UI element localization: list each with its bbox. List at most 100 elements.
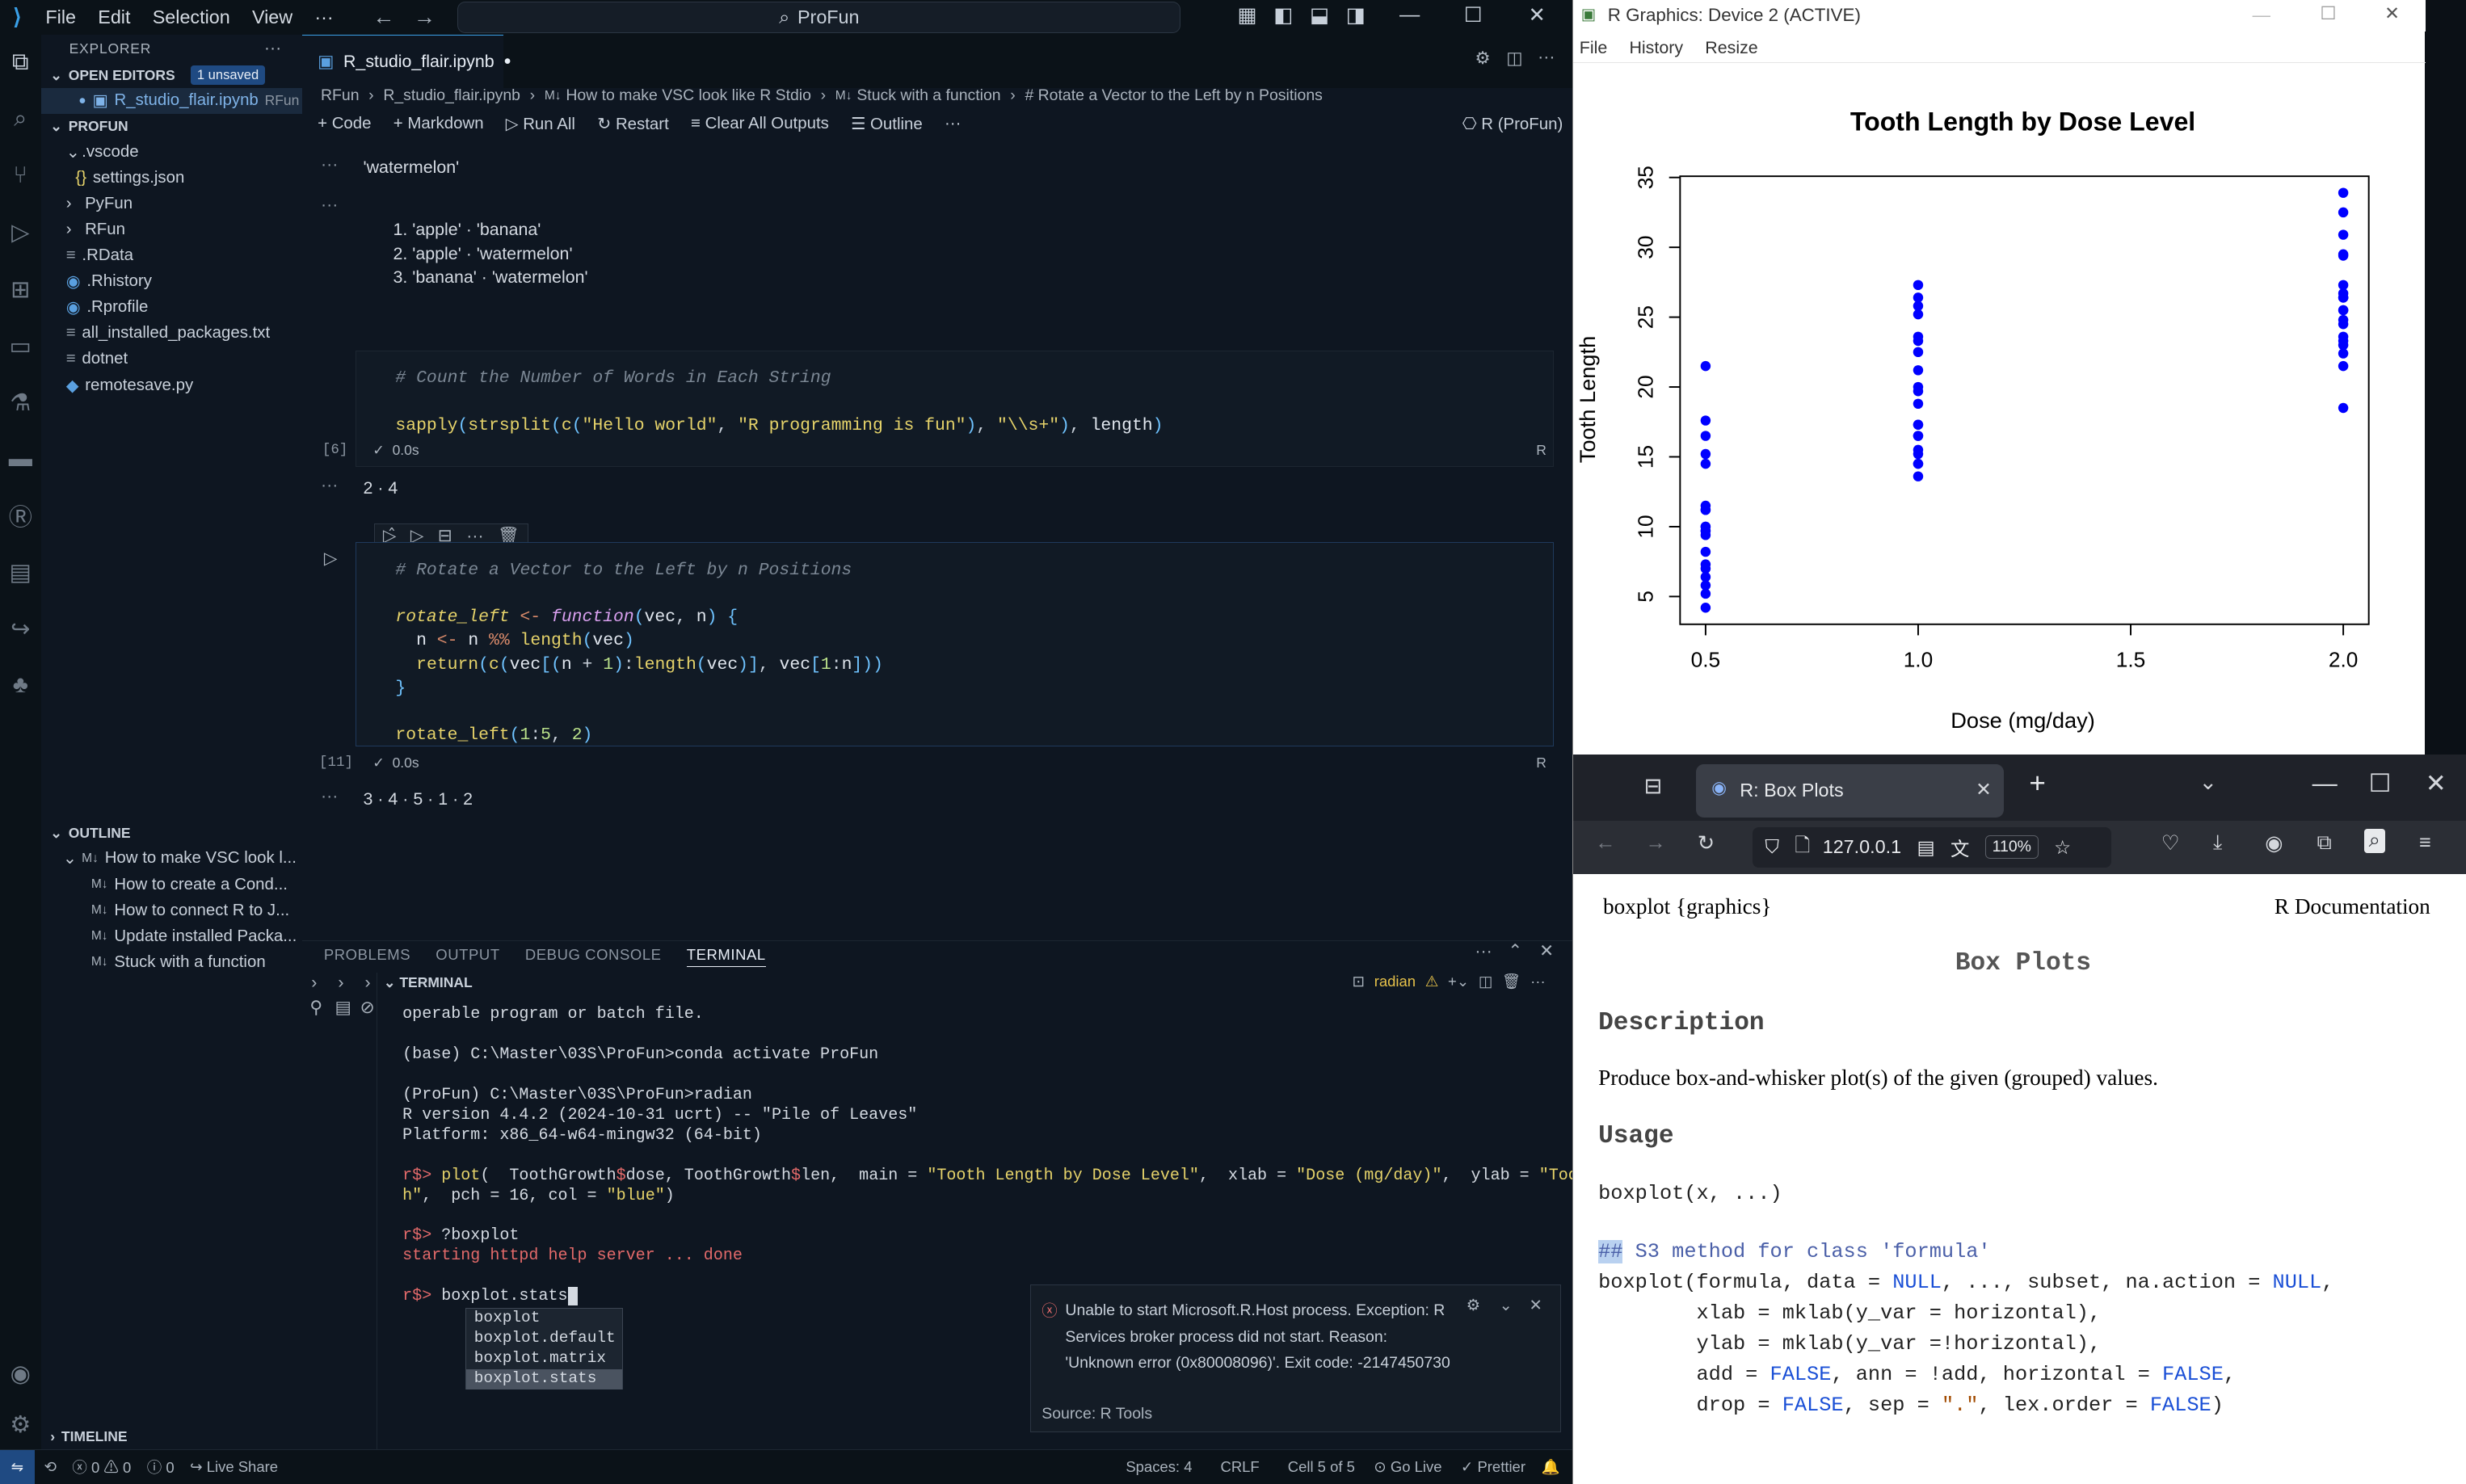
new-tab-icon[interactable]: + [2029,767,2045,800]
r-icon[interactable]: Ⓡ [0,487,41,544]
breadcrumb-item[interactable]: RFun [321,86,360,105]
restart-button[interactable]: ↻ Restart [597,114,669,134]
menu-more[interactable]: ··· [304,6,345,28]
more-actions-icon[interactable]: ··· [1538,47,1555,67]
outline-section[interactable]: ⌄ OUTLINE [41,821,302,846]
maximize-icon[interactable]: ☐ [2369,769,2392,798]
hamburger-menu-icon[interactable]: ≡ [2419,831,2431,855]
outline-button[interactable]: ☰ Outline [851,114,923,134]
cell-11-language[interactable]: R [1536,755,1547,771]
eol-status[interactable]: CRLF [1220,1458,1259,1476]
run-all-button[interactable]: ▷ Run All [506,114,575,134]
close-window-icon[interactable]: ✕ [2426,769,2447,798]
tree-file-dotnet[interactable]: ≡ dotnet [41,347,302,372]
outline-item[interactable]: M↓ Update installed Packa... [41,923,302,949]
cell-6-code[interactable]: # Count the Number of Words in Each Stri… [395,367,1163,438]
tab-overview-icon[interactable]: ⊟ [1644,773,1663,799]
folder-icon[interactable]: ▬ [0,431,41,487]
toggle-panel-icon[interactable]: ⬓ [1310,3,1329,27]
testing-icon[interactable]: ⚗ [0,374,41,431]
back-arrow-icon[interactable]: ← [364,4,405,30]
tab-notebook[interactable]: ▣ R_studio_flair.ipynb ● [301,34,511,88]
clear-outputs-button[interactable]: ≡ Clear All Outputs [691,115,829,133]
breadcrumb-item[interactable]: How to make VSC look like R Stdio [566,86,811,105]
toggle-secondary-sidebar-icon[interactable]: ◨ [1346,3,1366,27]
tab-terminal[interactable]: TERMINAL [686,946,766,968]
tree-folder-vscode[interactable]: ⌄ .vscode [41,139,302,165]
timeline-section[interactable]: › TIMELINE [41,1424,302,1449]
forward-arrow-icon[interactable]: → [1646,831,1666,855]
add-code-button[interactable]: + Code [318,115,371,133]
reload-icon[interactable]: ↻ [1698,831,1715,856]
close-window-icon[interactable]: ✕ [2384,3,2400,24]
close-panel-icon[interactable]: ✕ [1539,941,1554,961]
minimize-icon[interactable]: — [2253,5,2270,26]
split-editor-icon[interactable]: ◫ [1506,48,1522,69]
close-window-icon[interactable]: ✕ [1529,3,1546,27]
outline-item[interactable]: M↓ How to create a Cond... [41,872,302,898]
tab-output[interactable]: OUTPUT [436,946,499,968]
open-editor-item[interactable]: ● ▣ R_studio_flair.ipynb RFun [40,87,302,115]
more-actions-icon[interactable]: ··· [1475,941,1492,961]
bookmark-star-icon[interactable]: ☆ [2054,836,2071,859]
tree-folder-pyfun[interactable]: › PyFun [41,191,302,217]
close-tab-icon[interactable]: ✕ [1976,778,1992,801]
reader-icon[interactable]: ▤ [1917,836,1935,859]
source-control-icon[interactable]: ⑂ [0,148,41,204]
cell-6-language[interactable]: R [1536,442,1547,459]
chevron-right-icon[interactable]: › [338,973,343,993]
accounts-icon[interactable]: ◉ [0,1346,41,1402]
chevron-right-icon[interactable]: › [364,973,370,993]
remote-explorer-icon[interactable]: ▭ [0,317,41,374]
tab-problems[interactable]: PROBLEMS [324,946,410,968]
explorer-icon[interactable]: ⧉ [0,35,41,91]
command-center[interactable]: ⌕ ProFun [457,1,1181,33]
manage-gear-icon[interactable]: ⚙ [0,1396,41,1452]
code-cell-6[interactable]: # Count the Number of Words in Each Stri… [355,350,1554,467]
more-actions-icon[interactable]: ··· [264,38,281,58]
run-debug-icon[interactable]: ▷ [0,204,41,261]
open-editors-section[interactable]: ⌄ OPEN EDITORS 1 unsaved [41,63,302,88]
toggle-sidebar-icon[interactable]: ◧ [1273,3,1293,27]
new-terminal-icon[interactable]: +⌄ [1448,973,1469,990]
more-actions-icon[interactable]: ··· [945,115,961,133]
translate-icon[interactable]: 文 [1950,834,1969,861]
url-bar[interactable]: ⛉ 🗋 127.0.0.1 ▤ 文 110% ☆ [1752,826,2111,868]
pocket-icon[interactable]: ♡ [2161,831,2180,856]
project-section[interactable]: ⌄ PROFUN [41,114,302,139]
link-icon[interactable]: ⊘ [360,998,375,1018]
menu-view[interactable]: View [241,6,303,28]
maximize-icon[interactable]: ☐ [1464,3,1483,27]
info-status[interactable]: ⓘ 0 [147,1457,175,1478]
customize-layout-icon[interactable]: ▦ [1238,3,1257,27]
tree-file-remotesave[interactable]: ◆ remotesave.py [41,372,302,398]
save-icon[interactable]: ▤ [335,998,351,1018]
maximize-panel-icon[interactable]: ⌃ [1508,941,1522,961]
maximize-icon[interactable]: ☐ [2320,3,2336,24]
run-cell-icon[interactable]: ▷ [324,549,337,569]
output-more-icon[interactable]: ··· [321,475,338,495]
cell-status[interactable]: Cell 5 of 5 [1288,1458,1355,1476]
go-live-button[interactable]: ⊙ Go Live [1374,1458,1441,1476]
problems-status[interactable]: ⓧ 0 ⚠ 0 [72,1457,131,1478]
code-cell-11[interactable]: # Rotate a Vector to the Left by n Posit… [355,542,1554,747]
indentation-status[interactable]: Spaces: 4 [1126,1458,1192,1476]
rg-menu-file[interactable]: File [1580,38,1607,58]
tree-file-packages[interactable]: ≡ all_installed_packages.txt [41,321,302,347]
terminal-shell-label[interactable]: radian [1374,973,1416,990]
tree-file-rprofile[interactable]: ◉ .Rprofile [41,295,302,321]
prettier-button[interactable]: ✓ Prettier [1461,1458,1525,1476]
chevron-down-icon[interactable]: ⌄ [2199,769,2218,795]
sync-icon[interactable]: ⟲ [44,1458,56,1476]
autocomplete-item[interactable]: boxplot [466,1309,622,1329]
close-icon[interactable]: ✕ [1530,1296,1542,1315]
search-view-icon[interactable]: ⌕ [0,91,41,148]
trash-icon[interactable]: 🗑 [1502,973,1521,990]
extensions-icon[interactable]: ⧉ [2317,831,2331,856]
tree-file-rhistory[interactable]: ◉ .Rhistory [41,269,302,295]
autocomplete-item-selected[interactable]: boxplot.stats [466,1368,622,1389]
kernel-picker[interactable]: ⎔ R (ProFun) [1462,114,1563,134]
autocomplete-item[interactable]: boxplot.matrix [466,1349,622,1369]
pin-icon[interactable]: ⚲ [309,998,322,1018]
breadcrumb-item[interactable]: R_studio_flair.ipynb [383,86,520,105]
